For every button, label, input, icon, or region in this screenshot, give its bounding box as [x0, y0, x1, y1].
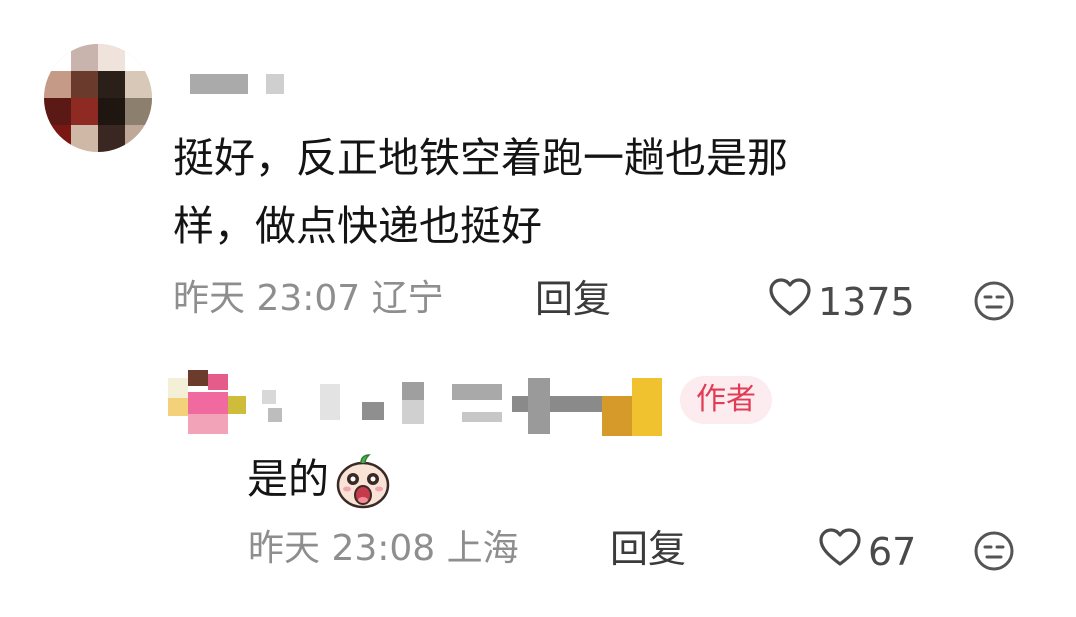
surprised-face-emoji — [335, 449, 391, 509]
comment-meta: 昨天 23:07 辽宁 — [173, 278, 444, 319]
neutral-face-icon[interactable] — [973, 530, 1015, 576]
comment-text: 挺好，反正地铁空着跑一趟也是那 样，做点快递也挺好 — [173, 124, 1033, 260]
like-count: 67 — [868, 529, 917, 574]
like-button[interactable]: 1375 — [768, 277, 915, 326]
like-button[interactable]: 67 — [818, 527, 916, 576]
username-redacted[interactable] — [262, 378, 672, 438]
comment-meta: 昨天 23:08 上海 — [248, 528, 519, 569]
comment-text-line: 挺好，反正地铁空着跑一趟也是那 — [173, 134, 788, 182]
like-count: 1375 — [818, 279, 915, 324]
avatar-mosaic — [168, 370, 246, 434]
comment-text-content: 是的 — [247, 455, 329, 503]
author-badge: 作者 — [680, 376, 772, 424]
heart-outline-icon — [818, 527, 868, 576]
username-redacted[interactable] — [190, 74, 300, 94]
comment-text-line: 样，做点快递也挺好 — [173, 202, 542, 250]
reply-button[interactable]: 回复 — [535, 277, 611, 321]
avatar[interactable] — [168, 370, 248, 436]
reply-button[interactable]: 回复 — [610, 527, 686, 571]
heart-outline-icon — [768, 277, 818, 326]
comment-text: 是的 — [247, 445, 391, 513]
neutral-face-icon[interactable] — [973, 280, 1015, 326]
avatar[interactable] — [44, 44, 152, 152]
avatar-mosaic — [44, 44, 152, 152]
